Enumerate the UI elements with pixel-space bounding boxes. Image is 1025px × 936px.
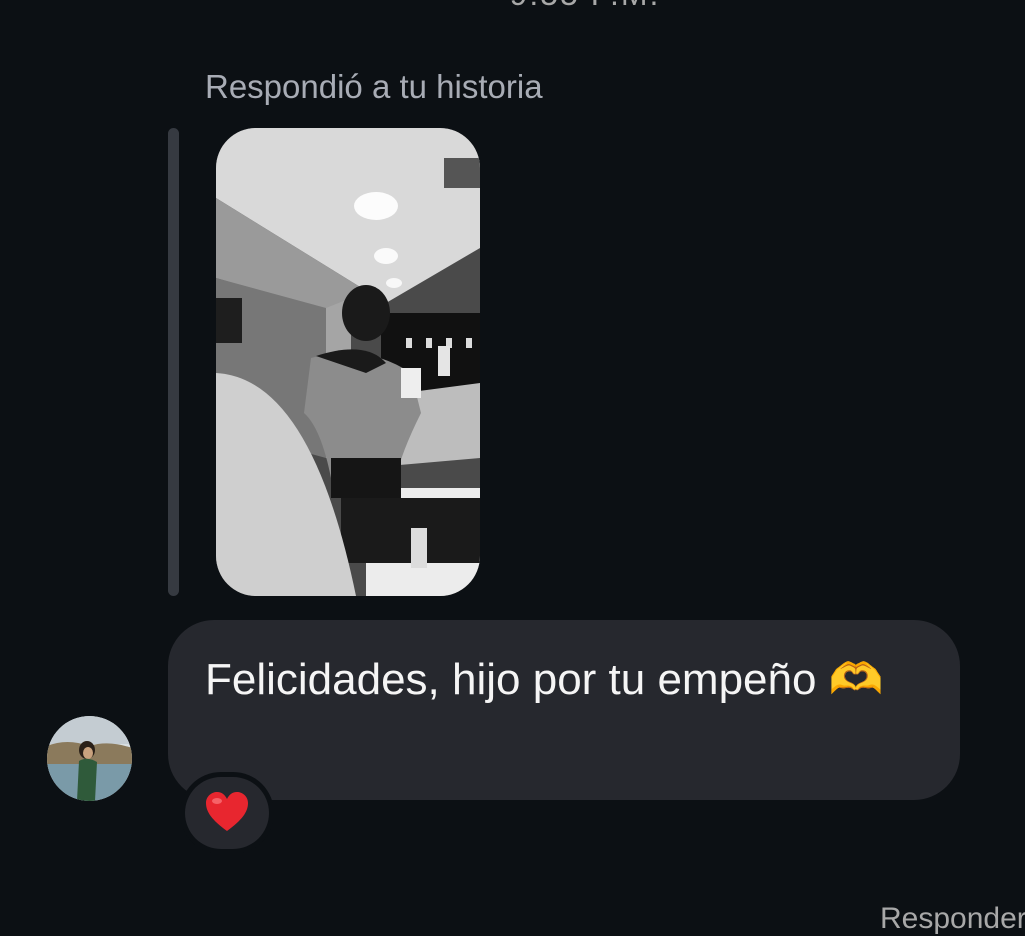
profile-avatar-icon: [47, 716, 132, 801]
message-timestamp: 9:55 P.M.: [0, 0, 1025, 13]
message-text: Felicidades, hijo por tu empeño 🫶: [205, 655, 884, 704]
story-photo-icon: [216, 128, 480, 596]
quote-bar: [168, 128, 179, 596]
message-bubble[interactable]: Felicidades, hijo por tu empeño 🫶: [168, 620, 960, 800]
story-thumbnail[interactable]: [216, 128, 480, 596]
heart-reaction-icon: [206, 792, 248, 831]
reply-hint[interactable]: Responder: [880, 902, 1025, 936]
sender-avatar[interactable]: [47, 716, 132, 801]
story-reply-label: Respondió a tu historia: [205, 68, 543, 105]
